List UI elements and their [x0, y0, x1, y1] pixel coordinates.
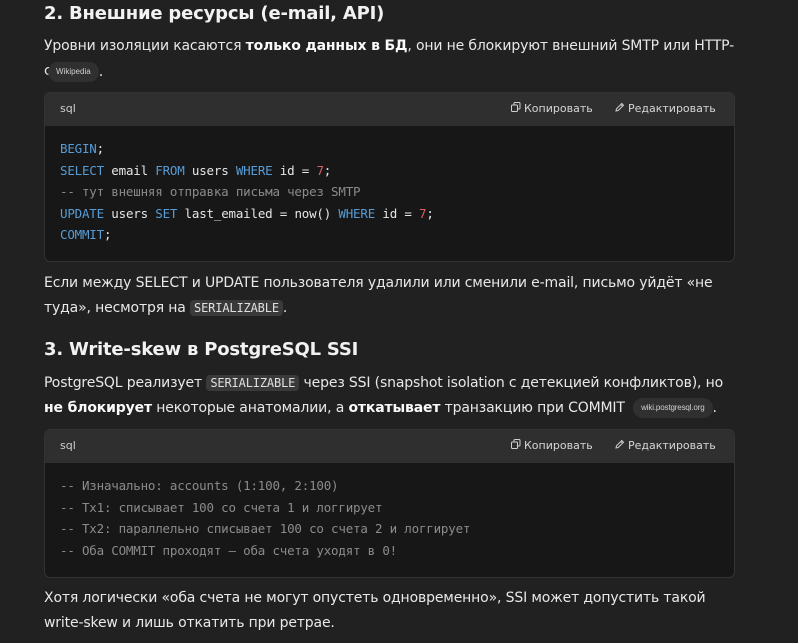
code-token: id = [272, 162, 317, 178]
bold-text: только данных в БД [245, 38, 408, 54]
paragraph: Уровни изоляции касаются только данных в… [44, 38, 735, 79]
edit-code-button[interactable]: Редактировать [615, 102, 716, 115]
code-line: -- Изначально: accounts (1:100, 2:100) [60, 475, 719, 497]
edit-code-button[interactable]: Редактировать [615, 439, 716, 452]
code-content[interactable]: -- Изначально: accounts (1:100, 2:100) --… [45, 463, 734, 571]
code-token: id = [375, 205, 420, 221]
source-citation-pill[interactable]: wiki.postgresql.org [633, 398, 713, 418]
code-token: SELECT [60, 162, 104, 178]
code-token: -- Изначально: accounts (1:100, 2:100) [60, 478, 339, 493]
inline-code: SERIALIZABLE [190, 300, 283, 316]
code-token: ; [96, 141, 105, 156]
paragraph: Хотя логически «оба счета не могут опуст… [44, 590, 706, 631]
code-block: sql Копировать Редактировать BEGIN; SELEC… [44, 92, 735, 262]
paragraph: PostgreSQL реализует SERIALIZABLE через … [44, 375, 724, 418]
code-token: ; [323, 162, 332, 178]
copy-code-button[interactable]: Копировать [511, 439, 593, 452]
copy-icon [511, 439, 521, 452]
inline-code: SERIALIZABLE [206, 375, 300, 391]
code-block-header: sql Копировать Редактировать [45, 430, 734, 463]
code-token: -- Tx1: списывает 100 со счета 1 и логги… [60, 499, 383, 515]
code-token: WHERE [235, 162, 273, 178]
edit-pencil-icon [615, 439, 625, 452]
code-line: COMMIT; [60, 224, 719, 246]
code-token: UPDATE [60, 205, 104, 221]
code-token: users [184, 162, 236, 178]
code-block: sql Копировать Редактировать -- Изначаль… [44, 429, 735, 578]
code-token: ; [103, 227, 112, 243]
code-line: -- Tx1: списывает 100 со счета 1 и логги… [60, 497, 719, 519]
code-token: FROM [155, 162, 185, 178]
section-heading: 2. Внешние ресурсы (e-mail, API) [44, 3, 385, 24]
code-token: last_emailed = now() [177, 205, 339, 221]
bold-text: не блокирует [44, 400, 152, 416]
copy-icon [511, 102, 521, 115]
code-token: users [103, 205, 156, 221]
code-language-label: sql [60, 102, 76, 115]
code-line: -- Tx2: параллельно списывает 100 со сче… [60, 518, 719, 540]
code-token: 7 [316, 162, 324, 178]
code-token: ; [426, 205, 434, 221]
bold-text: откатывает [348, 400, 441, 416]
code-token: -- Tx2: параллельно списывает 100 со сче… [60, 521, 471, 537]
code-token: -- Оба COMMIT проходят — оба счета уходя… [60, 542, 397, 558]
code-line: BEGIN; [60, 138, 719, 160]
code-token: BEGIN [60, 141, 97, 156]
code-line: -- Оба COMMIT проходят — оба счета уходя… [60, 540, 719, 562]
code-line: -- тут внешняя отправка письма через SMT… [60, 181, 719, 203]
code-content[interactable]: BEGIN; SELECT email FROM users WHERE id =… [45, 126, 734, 256]
section-heading: 3. Write-skew в PostgreSQL SSI [44, 339, 359, 360]
code-token: WHERE [338, 205, 376, 221]
paragraph: Если между SELECT и UPDATE пользователя … [44, 275, 713, 316]
edit-pencil-icon [615, 102, 625, 115]
code-token: COMMIT [60, 227, 104, 243]
code-language-label: sql [60, 439, 76, 452]
code-line: UPDATE users SET last_emailed = now() WH… [60, 203, 719, 225]
source-citation-pill[interactable]: Wikipedia [48, 62, 99, 82]
code-token: SET [155, 205, 178, 221]
code-line: SELECT email FROM users WHERE id = 7; [60, 160, 719, 182]
copy-code-button[interactable]: Копировать [511, 102, 593, 115]
code-token: -- тут внешняя отправка письма через SMT… [60, 184, 361, 200]
code-token: email [103, 162, 156, 178]
code-block-header: sql Копировать Редактировать [45, 93, 734, 126]
